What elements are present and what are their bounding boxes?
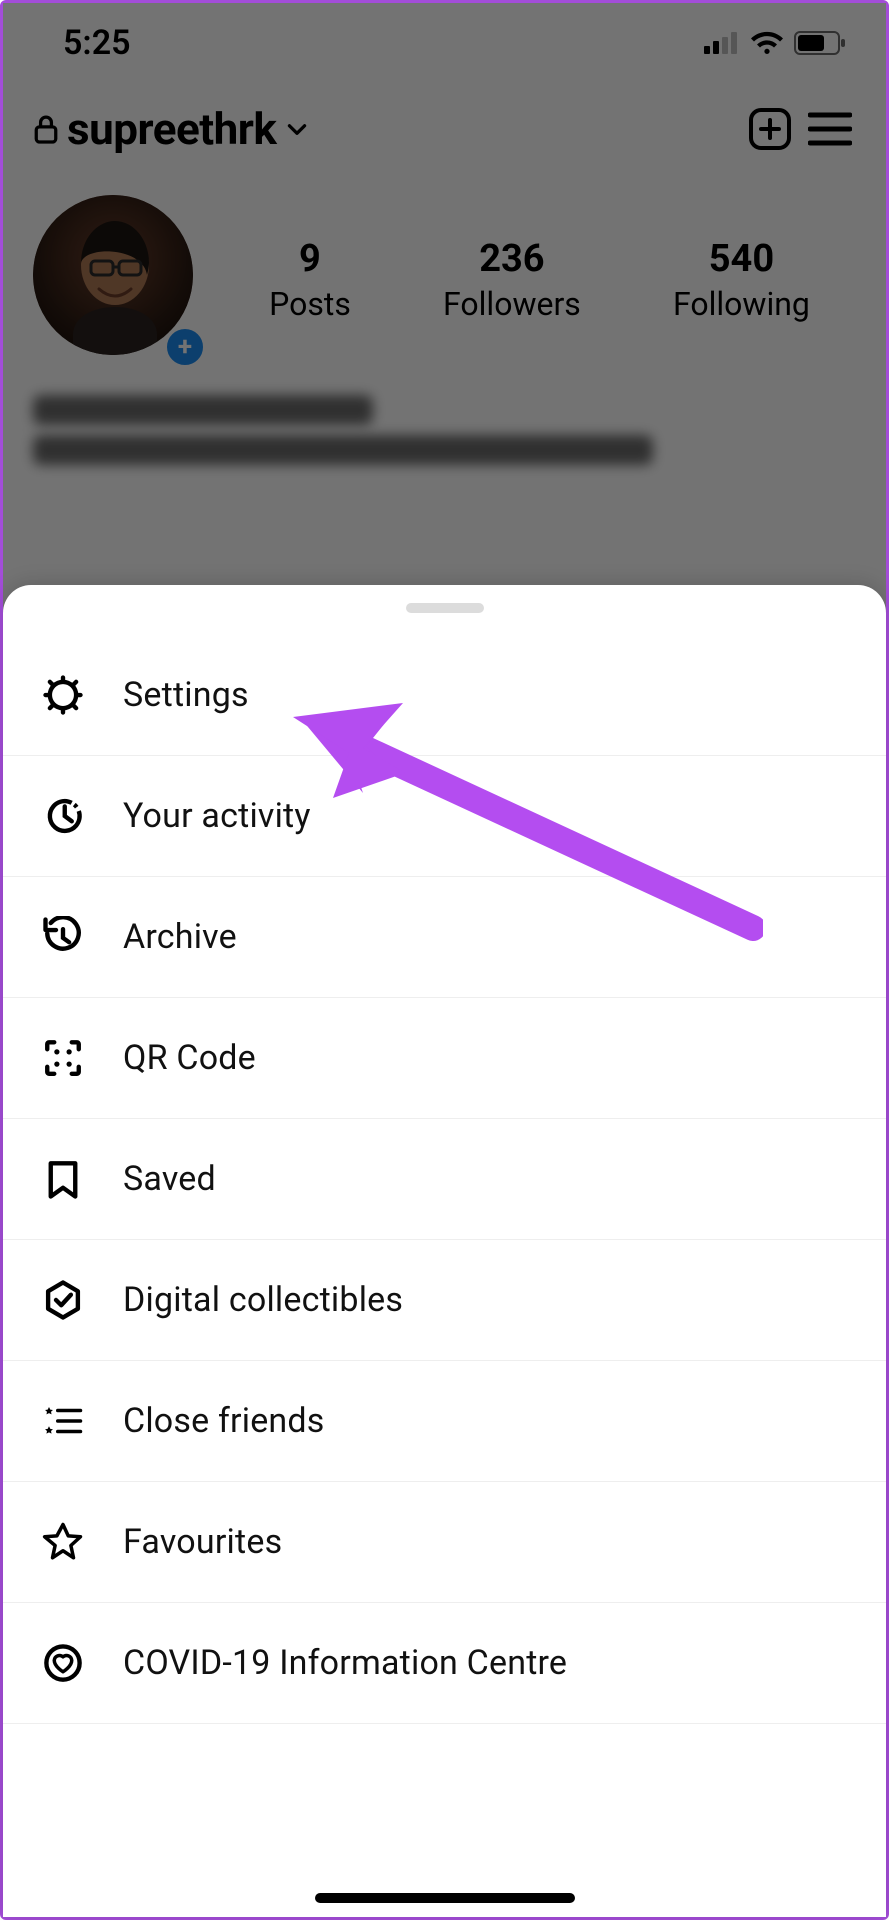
menu-item-your-activity[interactable]: Your activity <box>3 756 886 877</box>
menu-item-digital-collectibles[interactable]: Digital collectibles <box>3 1240 886 1361</box>
menu-item-covid-info[interactable]: COVID-19 Information Centre <box>3 1603 886 1724</box>
menu-label: Archive <box>123 917 237 957</box>
menu-label: COVID-19 Information Centre <box>123 1643 567 1683</box>
sheet-drag-handle[interactable] <box>406 603 484 613</box>
menu-label: Your activity <box>123 796 311 836</box>
menu-label: QR Code <box>123 1038 256 1078</box>
activity-icon <box>39 792 87 840</box>
menu-item-qr-code[interactable]: QR Code <box>3 998 886 1119</box>
archive-icon <box>39 913 87 961</box>
home-indicator[interactable] <box>315 1893 575 1903</box>
options-menu: Settings Your activity Archive <box>3 635 886 1724</box>
menu-label: Settings <box>123 675 249 715</box>
menu-label: Favourites <box>123 1522 282 1562</box>
menu-item-favourites[interactable]: Favourites <box>3 1482 886 1603</box>
menu-item-archive[interactable]: Archive <box>3 877 886 998</box>
menu-item-saved[interactable]: Saved <box>3 1119 886 1240</box>
heart-circle-icon <box>39 1639 87 1687</box>
menu-item-close-friends[interactable]: Close friends <box>3 1361 886 1482</box>
hex-check-icon <box>39 1276 87 1324</box>
menu-label: Close friends <box>123 1401 325 1441</box>
menu-item-settings[interactable]: Settings <box>3 635 886 756</box>
qr-icon <box>39 1034 87 1082</box>
bookmark-icon <box>39 1155 87 1203</box>
menu-label: Saved <box>123 1159 216 1199</box>
close-friends-icon <box>39 1397 87 1445</box>
menu-label: Digital collectibles <box>123 1280 403 1320</box>
star-icon <box>39 1518 87 1566</box>
options-sheet: Settings Your activity Archive <box>3 585 886 1917</box>
gear-icon <box>39 671 87 719</box>
